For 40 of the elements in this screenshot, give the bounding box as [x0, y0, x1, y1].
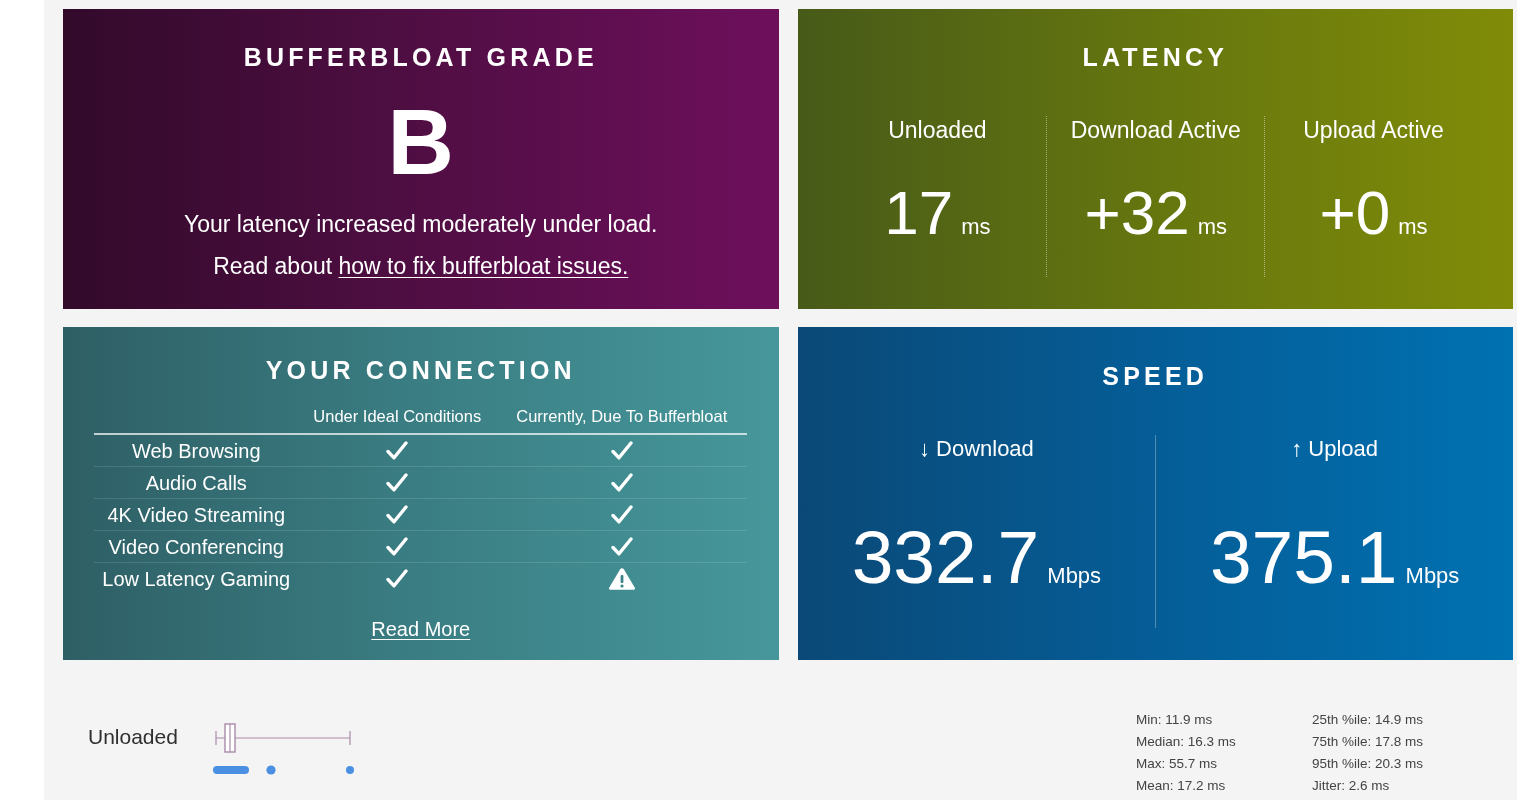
latency-stat: 25th %ile: 14.9 ms — [1312, 711, 1425, 729]
grade-summary: Your latency increased moderately under load. — [184, 210, 658, 239]
latency-value: 17 — [884, 178, 954, 248]
activity-label: Video Conferencing — [108, 534, 284, 560]
latency-stat: Mean: 17.2 ms — [1136, 777, 1227, 795]
latency-unit: ms — [1197, 213, 1227, 241]
latency-detail-label: Unloaded — [88, 725, 179, 749]
speed-label: ↓ Download — [918, 435, 1034, 463]
latency-stat: Jitter: 2.6 ms — [1312, 777, 1391, 795]
column-header: Currently, Due To Bufferbloat — [516, 407, 728, 425]
speed-label: ↑ Upload — [1291, 435, 1379, 463]
read-more-link[interactable]: Read More — [371, 617, 471, 641]
speed-unit: Mbps — [1047, 562, 1102, 590]
panel-title: BUFFERBLOAT GRADE — [243, 42, 598, 72]
speed-value: 375.1 — [1209, 515, 1398, 599]
activity-label: Audio Calls — [145, 470, 247, 496]
latency-stat: Max: 55.7 ms — [1136, 755, 1219, 773]
latency-stat: Min: 11.9 ms — [1136, 711, 1214, 729]
speed-unit: Mbps — [1405, 562, 1460, 590]
latency-label: Download Active — [1070, 116, 1241, 144]
latency-unit: ms — [961, 213, 991, 241]
panel-title: SPEED — [1102, 361, 1209, 391]
panel-title: YOUR CONNECTION — [265, 355, 576, 385]
column-header: Under Ideal Conditions — [313, 407, 482, 425]
latency-stat: 95th %ile: 20.3 ms — [1312, 755, 1425, 773]
panel-title: LATENCY — [1082, 42, 1229, 72]
activity-label: Web Browsing — [131, 438, 261, 464]
latency-value: +32 — [1084, 178, 1190, 248]
latency-value: +0 — [1319, 178, 1391, 248]
activity-label: Low Latency Gaming — [102, 566, 291, 592]
speed-value: 332.7 — [851, 515, 1040, 599]
grade-letter: B — [387, 96, 454, 188]
activity-label: 4K Video Streaming — [107, 502, 285, 528]
latency-label: Unloaded — [888, 116, 987, 144]
latency-stat: Median: 16.3 ms — [1136, 733, 1237, 751]
latency-unit: ms — [1398, 213, 1428, 241]
fix-guide-link[interactable]: how to fix bufferbloat issues. — [338, 253, 629, 279]
latency-label: Upload Active — [1303, 116, 1444, 144]
fix-guide-sentence: Read about how to fix bufferbloat issues. — [213, 252, 629, 281]
latency-stat: 75th %ile: 17.8 ms — [1312, 733, 1425, 751]
